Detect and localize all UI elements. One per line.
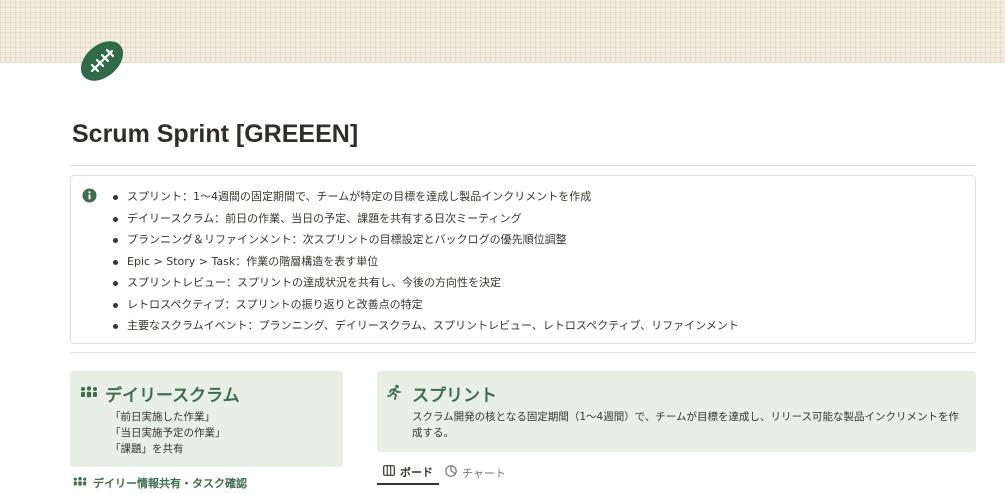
daily-scrum-title: デイリースクラム <box>105 386 240 406</box>
list-item: スプリントレビュー：スプリントの達成状況を共有し、今後の方向性を決定 <box>111 272 739 294</box>
team-icon <box>79 384 99 403</box>
chart-icon <box>445 465 457 480</box>
page-title[interactable]: Scrum Sprint [GREEEN] <box>72 120 358 149</box>
tab-chart[interactable]: チャート <box>439 460 512 485</box>
football-icon[interactable] <box>78 38 126 84</box>
daily-info-link[interactable]: デイリー情報共有・タスク確認 <box>72 475 247 491</box>
info-icon <box>82 188 97 203</box>
list-item: デイリースクラム：前日の作業、当日の予定、課題を共有する日次ミーティング <box>111 208 739 230</box>
runner-icon <box>386 384 402 404</box>
daily-info-link-label[interactable]: デイリー情報共有・タスク確認 <box>93 475 247 491</box>
sprint-card[interactable]: スプリント スクラム開発の核となる固定期間（1〜4週間）で、チームが目標を達成し… <box>377 371 976 452</box>
info-callout[interactable]: スプリント：1〜4週間の固定期間で、チームが特定の目標を達成し製品インクリメント… <box>70 175 976 344</box>
tab-board-label: ボード <box>400 465 433 479</box>
list-item: スプリント：1〜4週間の固定期間で、チームが特定の目標を達成し製品インクリメント… <box>111 186 739 208</box>
daily-line: 「課題」を共有 <box>110 443 184 455</box>
divider <box>70 165 976 166</box>
team-icon <box>72 476 88 490</box>
callout-list: スプリント：1〜4週間の固定期間で、チームが特定の目標を達成し製品インクリメント… <box>111 186 739 337</box>
sprint-title: スプリント <box>412 386 497 406</box>
daily-line: 「当日実施予定の作業」 <box>110 427 226 439</box>
daily-scrum-card[interactable]: デイリースクラム 「前日実施した作業」 「当日実施予定の作業」 「課題」を共有 <box>70 371 343 467</box>
tab-board[interactable]: ボード <box>377 460 439 485</box>
daily-line: 「前日実施した作業」 <box>110 411 215 423</box>
list-item: プランニング＆リファインメント：次スプリントの目標設定とバックログの優先順位調整 <box>111 229 739 251</box>
daily-scrum-lines: 「前日実施した作業」 「当日実施予定の作業」 「課題」を共有 <box>110 409 226 457</box>
tab-chart-label: チャート <box>462 466 506 480</box>
list-item: 主要なスクラムイベント：プランニング、デイリースクラム、スプリントレビュー、レト… <box>111 315 739 337</box>
sprint-description: スクラム開発の核となる固定期間（1〜4週間）で、チームが目標を達成し、リリース可… <box>412 411 959 439</box>
list-item: レトロスペクティブ：スプリントの振り返りと改善点の特定 <box>111 294 739 316</box>
list-item: Epic > Story > Task：作業の階層構造を表す単位 <box>111 251 739 273</box>
view-tabs: ボード チャート <box>377 460 512 486</box>
divider <box>70 352 976 353</box>
page-cover[interactable] <box>0 0 1005 63</box>
board-icon <box>383 464 395 479</box>
